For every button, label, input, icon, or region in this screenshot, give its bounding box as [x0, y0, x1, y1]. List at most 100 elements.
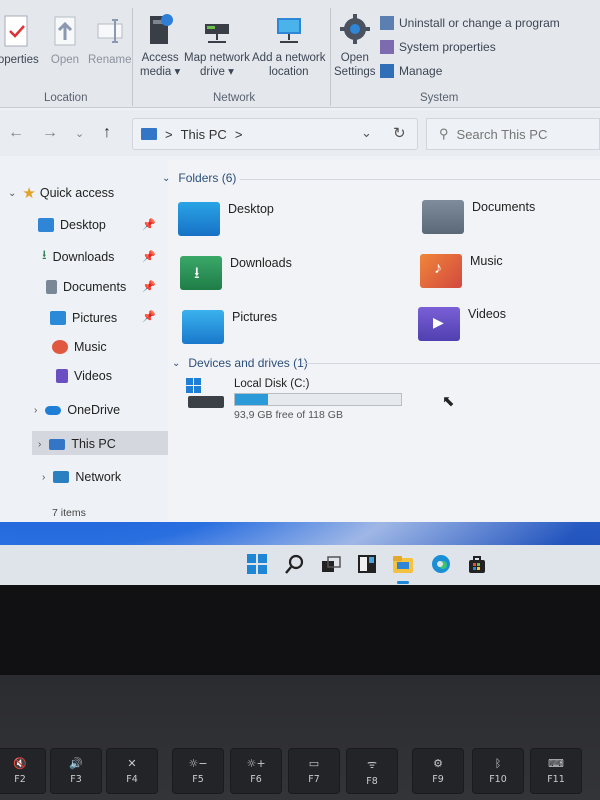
chevron-down-icon[interactable]: ⌄	[172, 358, 180, 369]
rename-icon	[97, 19, 123, 43]
properties-button[interactable]: roperties	[0, 14, 39, 67]
windows-start-icon[interactable]	[246, 553, 268, 575]
uninstall-program-button[interactable]: Uninstall or change a program	[380, 16, 560, 30]
address-dropdown-icon[interactable]: ⌄	[361, 125, 372, 141]
file-explorer-taskbar-icon[interactable]	[392, 553, 414, 575]
add-network-location-button[interactable]: Add a network location	[252, 12, 326, 79]
key-f6[interactable]: ☼+ F6	[230, 748, 282, 794]
nav-item-music[interactable]: Music	[52, 336, 107, 358]
keyboard-icon: ⌨	[548, 757, 564, 770]
task-view-icon[interactable]	[320, 553, 342, 575]
edge-browser-icon[interactable]	[430, 553, 452, 575]
breadcrumb-separator[interactable]: >	[235, 127, 243, 142]
folder-videos[interactable]: ▶ Videos	[418, 307, 506, 341]
folders-section-header[interactable]: ⌄ Folders (6)	[162, 171, 236, 185]
nav-item-documents[interactable]: Documents	[46, 276, 126, 298]
drive-free-space: 93,9 GB free of 118 GB	[234, 409, 343, 421]
map-network-drive-button[interactable]: Map network drive ▾	[184, 12, 250, 79]
forward-arrow-icon[interactable]: →	[42, 124, 58, 142]
key-f9[interactable]: ⚙ F9	[412, 748, 464, 794]
search-box[interactable]: ⚲	[426, 118, 600, 150]
play-icon: ▶	[433, 314, 444, 330]
breadcrumb-separator[interactable]: >	[165, 127, 173, 142]
nav-this-pc[interactable]: › This PC	[38, 433, 116, 455]
status-item-count: 7 items	[52, 507, 86, 519]
open-settings-button[interactable]: Open Settings	[334, 12, 376, 79]
nav-quick-access[interactable]: ⌄ ★ Quick access	[8, 182, 114, 204]
display-switch-icon: ▭	[308, 757, 320, 770]
folder-music[interactable]: ♪ Music	[420, 254, 503, 288]
key-f11[interactable]: ⌨ F11	[530, 748, 582, 794]
drive-local-disk-c[interactable]: Local Disk (C:) 93,9 GB free of 118 GB	[186, 378, 402, 421]
nav-item-downloads[interactable]: ⭳ Downloads	[42, 246, 114, 268]
folders-header-label: Folders (6)	[178, 171, 237, 185]
key-label: F2	[14, 774, 26, 785]
devices-header-label: Devices and drives (1)	[188, 356, 308, 370]
map-drive-line1: Map network	[184, 52, 250, 64]
nav-network[interactable]: › Network	[42, 466, 121, 488]
key-f3[interactable]: 🔊 F3	[50, 748, 102, 794]
videos-icon	[56, 369, 68, 383]
store-icon[interactable]	[466, 553, 488, 575]
widgets-icon[interactable]	[356, 553, 378, 575]
chevron-right-icon[interactable]: ›	[34, 405, 37, 416]
address-box[interactable]: > This PC > ⌄ ↻	[132, 118, 418, 150]
access-media-button[interactable]: Access media ▾	[140, 12, 180, 79]
search-input[interactable]	[456, 126, 577, 142]
folder-pictures[interactable]: Pictures	[182, 310, 277, 344]
key-f2[interactable]: 🔇 F2	[0, 748, 46, 794]
key-f8[interactable]: ᯤ F8	[346, 748, 398, 794]
volume-up-icon: 🔊	[69, 757, 83, 770]
drive-usage-bar	[234, 393, 402, 406]
refresh-icon[interactable]: ↻	[393, 124, 406, 142]
ribbon-separator	[330, 8, 331, 106]
chevron-right-icon[interactable]: ›	[42, 472, 45, 483]
network-icon	[53, 471, 70, 483]
key-f5[interactable]: ☼− F5	[172, 748, 224, 794]
pin-icon[interactable]: 📌	[142, 280, 156, 293]
music-note-icon: ♪	[434, 260, 442, 277]
nav-item-pictures[interactable]: Pictures	[50, 307, 117, 329]
system-properties-button[interactable]: System properties	[380, 40, 496, 54]
chevron-down-icon[interactable]: ⌄	[8, 188, 16, 199]
recent-locations-chevron-icon[interactable]: ⌄	[75, 127, 84, 140]
group-label-network: Network	[213, 92, 256, 104]
pin-icon[interactable]: 📌	[142, 310, 156, 323]
pin-icon[interactable]: 📌	[142, 218, 156, 231]
key-label: F6	[250, 774, 262, 785]
taskbar-search-icon[interactable]	[284, 553, 306, 575]
drive-name: Local Disk (C:)	[234, 378, 310, 390]
mic-mute-icon: ✕	[127, 757, 137, 770]
videos-folder-icon: ▶	[418, 307, 460, 341]
folder-downloads[interactable]: ⭳ Downloads	[180, 256, 292, 290]
nav-item-videos[interactable]: Videos	[56, 365, 112, 387]
folder-desktop[interactable]: Desktop	[178, 202, 274, 236]
up-arrow-icon[interactable]: ↑	[103, 124, 111, 142]
desktop-icon	[38, 218, 54, 232]
file-explorer-window: roperties Open Rename Location	[0, 0, 600, 522]
rename-button[interactable]: Rename	[88, 14, 131, 67]
pictures-icon	[50, 311, 66, 325]
cloud-icon	[45, 405, 62, 415]
devices-section-header[interactable]: ⌄ Devices and drives (1)	[172, 356, 308, 370]
key-label: F3	[70, 774, 82, 785]
open-settings-line2: Settings	[334, 66, 376, 78]
nav-onedrive[interactable]: › OneDrive	[34, 399, 120, 421]
back-arrow-icon[interactable]: ←	[8, 124, 24, 142]
open-button[interactable]: Open	[50, 14, 80, 67]
chevron-right-icon[interactable]: ›	[38, 439, 41, 450]
chevron-down-icon[interactable]: ⌄	[162, 173, 170, 184]
key-f7[interactable]: ▭ F7	[288, 748, 340, 794]
open-label: Open	[50, 54, 80, 66]
documents-folder-icon	[422, 200, 464, 234]
breadcrumb-this-pc[interactable]: This PC	[181, 127, 227, 142]
manage-button[interactable]: Manage	[380, 64, 442, 78]
key-f10[interactable]: ᛒ F10	[472, 748, 524, 794]
key-f4[interactable]: ✕ F4	[106, 748, 158, 794]
pin-icon[interactable]: 📌	[142, 250, 156, 263]
open-settings-line1: Open	[340, 52, 369, 64]
nav-item-desktop[interactable]: Desktop	[38, 214, 106, 236]
folder-documents[interactable]: Documents	[422, 200, 535, 234]
ribbon: roperties Open Rename Location	[0, 0, 600, 108]
download-arrow-icon: ⭳	[42, 247, 47, 262]
